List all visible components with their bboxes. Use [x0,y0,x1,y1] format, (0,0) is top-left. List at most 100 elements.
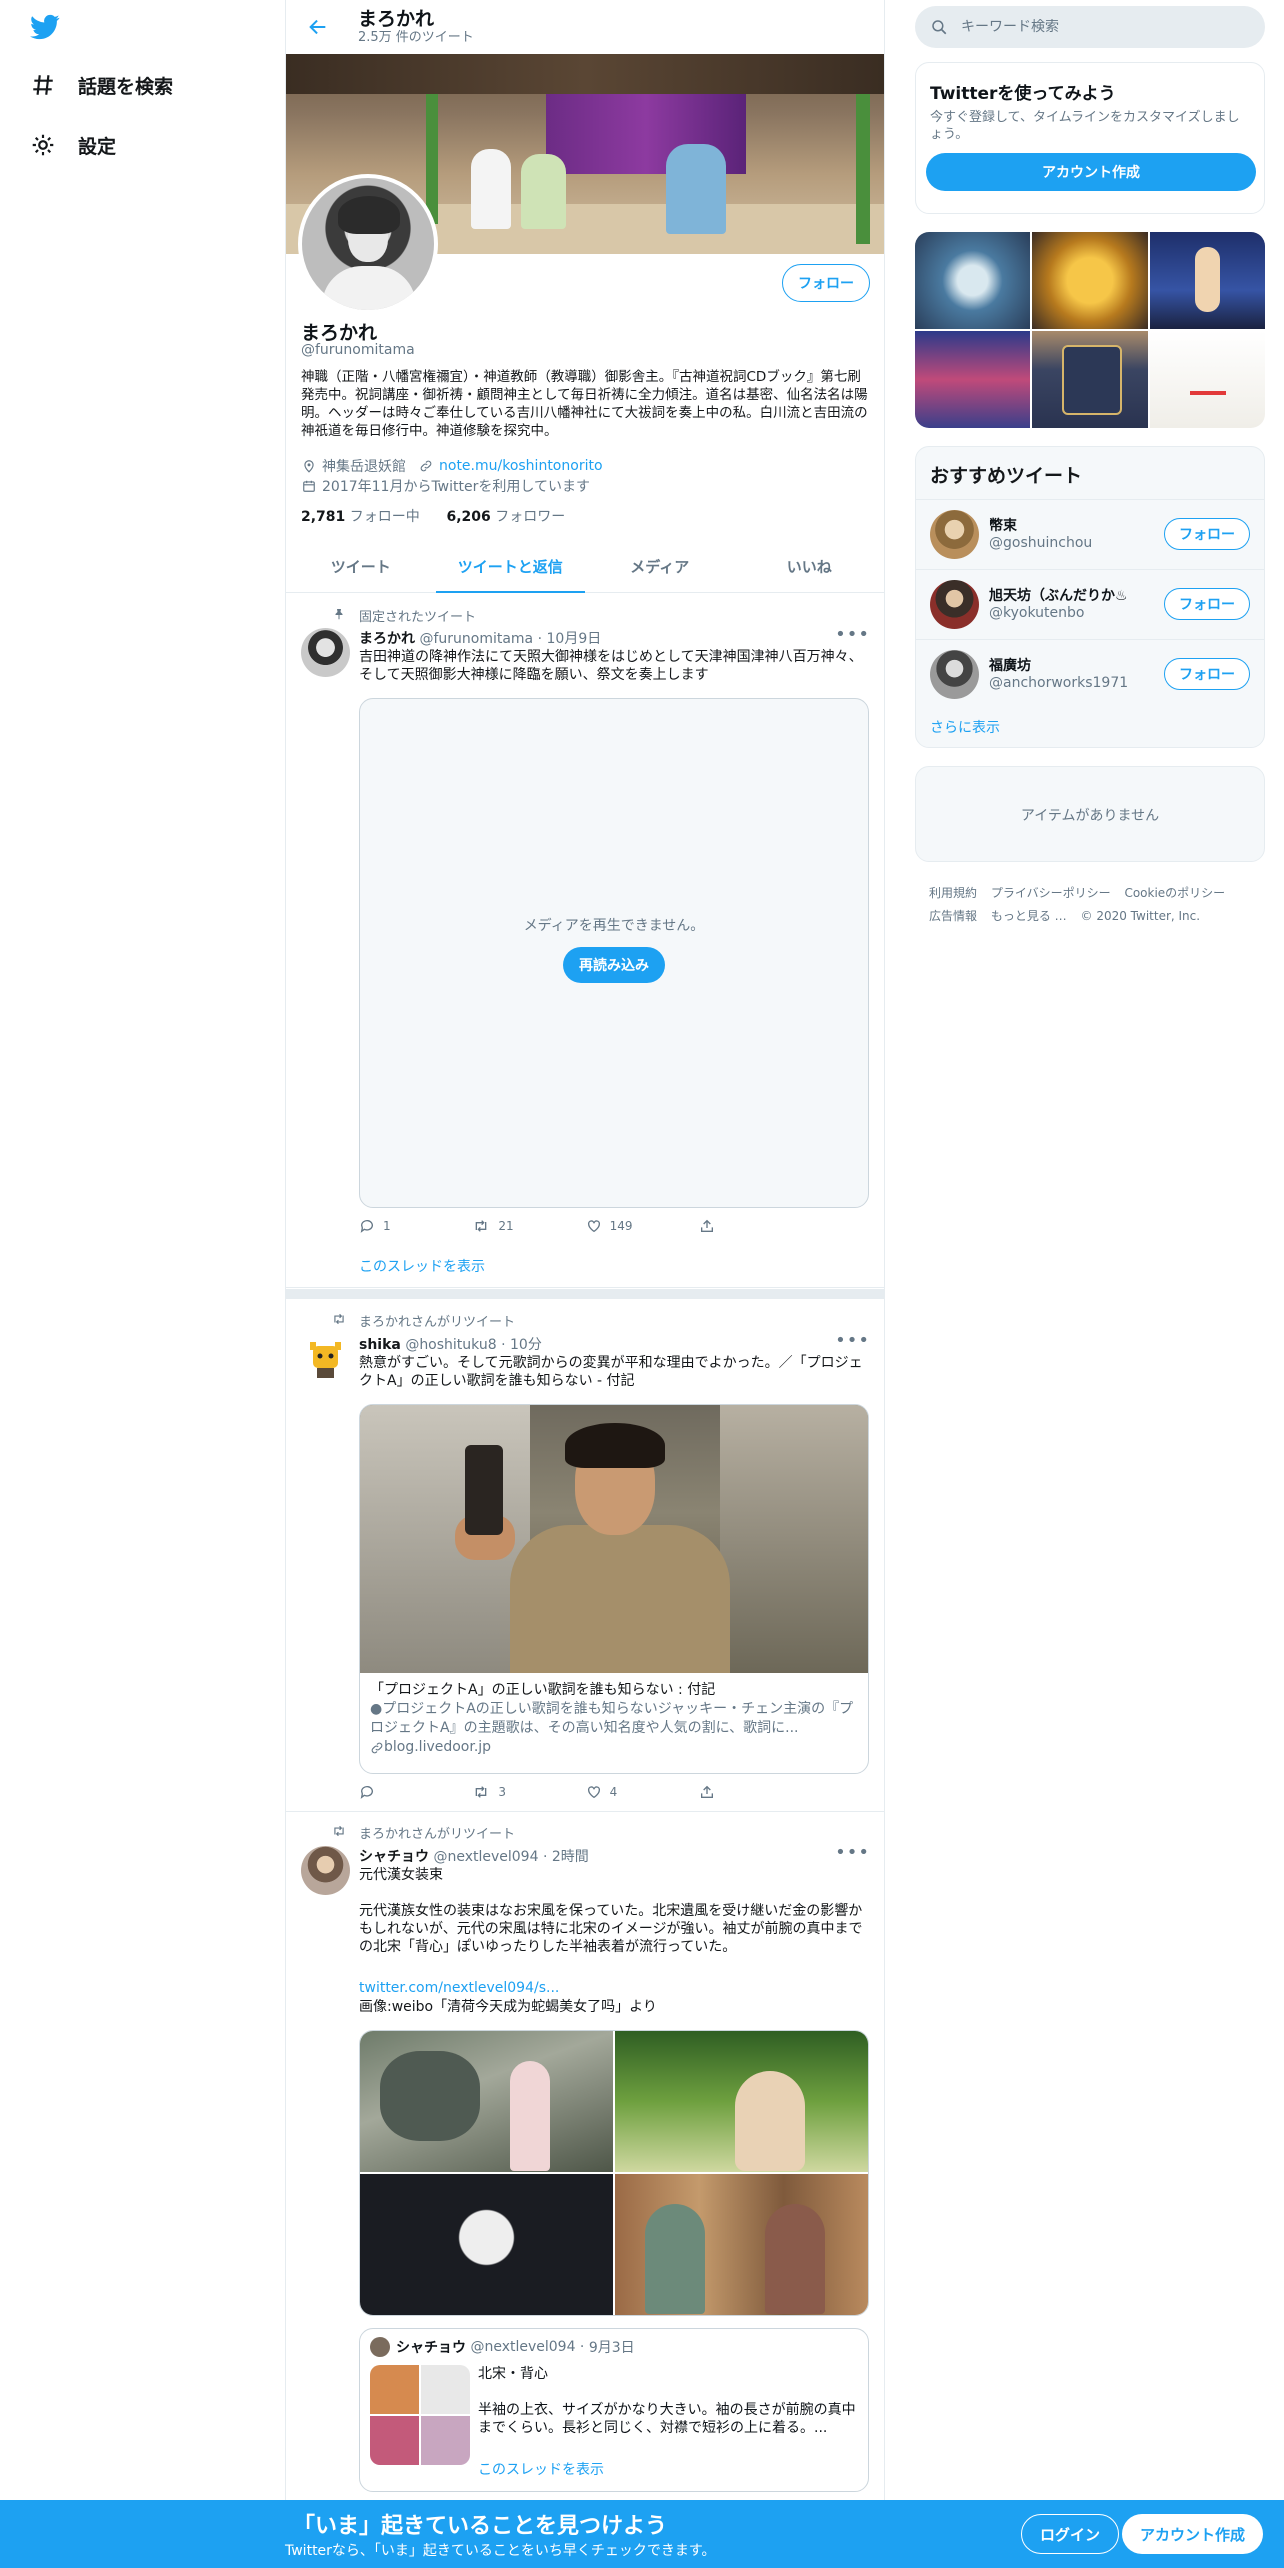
profile-website-link[interactable]: note.mu/koshintonorito [439,458,603,474]
retweet-button[interactable]: 3 [472,1784,562,1800]
link-icon [371,1742,383,1753]
recommended-user[interactable]: 旭天坊（ぶんだりか♨ @kyokutenbo フォロー [916,569,1264,639]
tab-tweets-and-replies[interactable]: ツイートと返信 [435,541,586,593]
tweet-photo-1[interactable] [360,2031,613,2172]
more-options-icon[interactable]: ••• [835,624,870,645]
recommended-user[interactable]: 福廣坊 @anchorworks1971 フォロー [916,639,1264,709]
media-thumbnail[interactable] [1149,232,1265,329]
tab-tweets[interactable]: ツイート [286,541,436,592]
tweet-photo-3[interactable] [360,2174,613,2315]
following-stat[interactable]: 2,781 フォロー中 [301,509,420,525]
create-account-button[interactable]: アカウント作成 [926,153,1256,191]
avatar[interactable] [301,628,350,677]
tweet-retweet-shachou[interactable]: まろかれさんがリツイート シャチョウ @nextlevel094 · 2時間 •… [286,1812,884,2500]
recommended-user[interactable]: 幣束 @goshuinchou フォロー [916,499,1264,569]
quoted-author-name: シャチョウ [396,2340,466,2356]
login-button[interactable]: ログイン [1021,2514,1120,2554]
tweet-photo-4[interactable] [615,2174,868,2315]
profile-name: まろかれ [301,322,378,344]
profile-tabs: ツイート ツイートと返信 メディア いいね [286,541,884,593]
tweet-time[interactable]: 2時間 [552,1849,589,1865]
profile-joined: 2017年11月からTwitterを利用しています [322,479,590,495]
retweet-button[interactable]: 21 [472,1218,562,1234]
empty-message: アイテムがありません [1020,808,1160,824]
tweet-author-handle: @furunomitama [419,631,534,647]
link-card-description: ●プロジェクトAの正しい歌詞を誰も知らないジャッキー・チェン主演の『プロジェクト… [370,1701,854,1736]
tab-likes[interactable]: いいね [735,541,885,592]
signup-title: Twitterを使ってみよう [930,84,1116,104]
media-error-message: メディアを再生できません。 [523,918,705,934]
show-more-link[interactable]: さらに表示 [930,717,1000,737]
heart-icon [587,1220,600,1233]
tweet-text: 吉田神道の降神作法にて天照大御神様をはじめとして天津神国津神八百万神々、そして天… [359,649,863,683]
avatar [930,510,979,559]
tweet-photo-2[interactable] [615,2031,868,2172]
recommended-title: おすすめツイート [930,465,1083,487]
media-thumbnail[interactable] [915,232,1031,329]
nav-explore[interactable]: 話題を検索 [28,65,173,105]
avatar[interactable] [301,1334,350,1383]
reload-button[interactable]: 再読み込み [563,947,665,983]
like-button[interactable]: 4 [586,1784,676,1800]
more-options-icon[interactable]: ••• [835,1842,870,1863]
tweet-url-link[interactable]: twitter.com/nextlevel094/s... [359,1980,559,1996]
profile-location: 神集岳退妖館 [322,459,406,475]
reply-icon [360,1220,373,1233]
nav-settings-label: 設定 [78,135,117,158]
pin-icon [330,606,348,622]
show-thread-link[interactable]: このスレッドを表示 [478,2459,604,2479]
footer-link[interactable]: プライバシーポリシー [991,886,1111,900]
footer-link[interactable]: もっと見る … [991,909,1067,923]
share-button[interactable] [699,1784,789,1800]
tweet-text: 熱意がすごい。そして元歌詞からの変異が平和な理由でよかった。／「プロジェクトA」… [359,1355,863,1389]
tab-media[interactable]: メディア [585,541,735,592]
profile-header-bar: まろかれ 2.5万 件のツイート [286,0,884,54]
more-options-icon[interactable]: ••• [835,1330,870,1351]
avatar[interactable] [301,1846,350,1895]
tweet-time[interactable]: 10分 [510,1337,542,1353]
recommended-user-handle: @kyokutenbo [989,605,1085,621]
follow-button[interactable]: フォロー [1164,588,1250,620]
follow-button[interactable]: フォロー [1164,658,1250,690]
tweet-author-name[interactable]: シャチョウ [359,1849,429,1865]
signup-button[interactable]: アカウント作成 [1122,2514,1264,2554]
footer-link[interactable]: 広告情報 [929,909,977,923]
recommended-user-name: 旭天坊（ぶんだりか♨ [989,588,1128,604]
show-thread-link[interactable]: このスレッドを表示 [359,1256,485,1276]
tweet-author-name[interactable]: shika [359,1337,401,1353]
back-arrow-icon[interactable] [298,7,338,47]
media-thumbnail[interactable] [1149,331,1265,428]
tweet-retweet-shika[interactable]: まろかれさんがリツイート shika @hoshituku8 · 10分 •••… [286,1300,884,1812]
search-icon [929,17,949,37]
reply-button[interactable] [359,1784,449,1800]
footer-link[interactable]: Cookieのポリシー [1124,886,1225,900]
footer-link[interactable]: 利用規約 [929,886,977,900]
calendar-icon [301,478,317,494]
recommended-user-name: 幣束 [989,518,1017,534]
link-card[interactable]: 「プロジェクトA」の正しい歌詞を誰も知らない : 付記 ●プロジェクトAの正しい… [359,1404,869,1774]
recommended-panel: おすすめツイート 幣束 @goshuinchou フォロー 旭天坊（ぶんだりか♨… [915,446,1265,748]
tweet-time[interactable]: 10月9日 [547,631,602,647]
media-thumbnail[interactable] [1032,331,1148,428]
nav-settings[interactable]: 設定 [28,125,116,165]
media-thumbnail[interactable] [1032,232,1148,329]
twitter-bird-icon[interactable] [28,12,62,42]
reply-button[interactable]: 1 [359,1218,449,1234]
location-pin-icon [301,458,317,474]
media-thumbnail[interactable] [915,331,1031,428]
follow-button[interactable]: フォロー [782,264,870,302]
tweet-pinned[interactable]: 固定されたツイート まろかれ @furunomitama · 10月9日 •••… [286,594,884,1288]
share-button[interactable] [699,1218,789,1234]
tweet-author-name[interactable]: まろかれ [359,631,415,647]
search-box[interactable] [915,6,1265,48]
left-navigation: 話題を検索 設定 [0,0,285,2500]
like-button[interactable]: 149 [586,1218,676,1234]
followers-stat[interactable]: 6,206 フォロワー [446,509,565,525]
retweet-icon [475,1220,487,1232]
follow-button[interactable]: フォロー [1164,518,1250,550]
tweet-text: 元代漢女装束 [359,1867,443,1883]
search-input[interactable] [961,19,1241,35]
header-tweet-count: 2.5万 件のツイート [358,30,474,45]
quoted-tweet[interactable]: シャチョウ @nextlevel094 · 9月3日 北宋・背心 半袖の上衣、サ… [359,2328,869,2492]
profile-avatar[interactable] [298,174,438,314]
